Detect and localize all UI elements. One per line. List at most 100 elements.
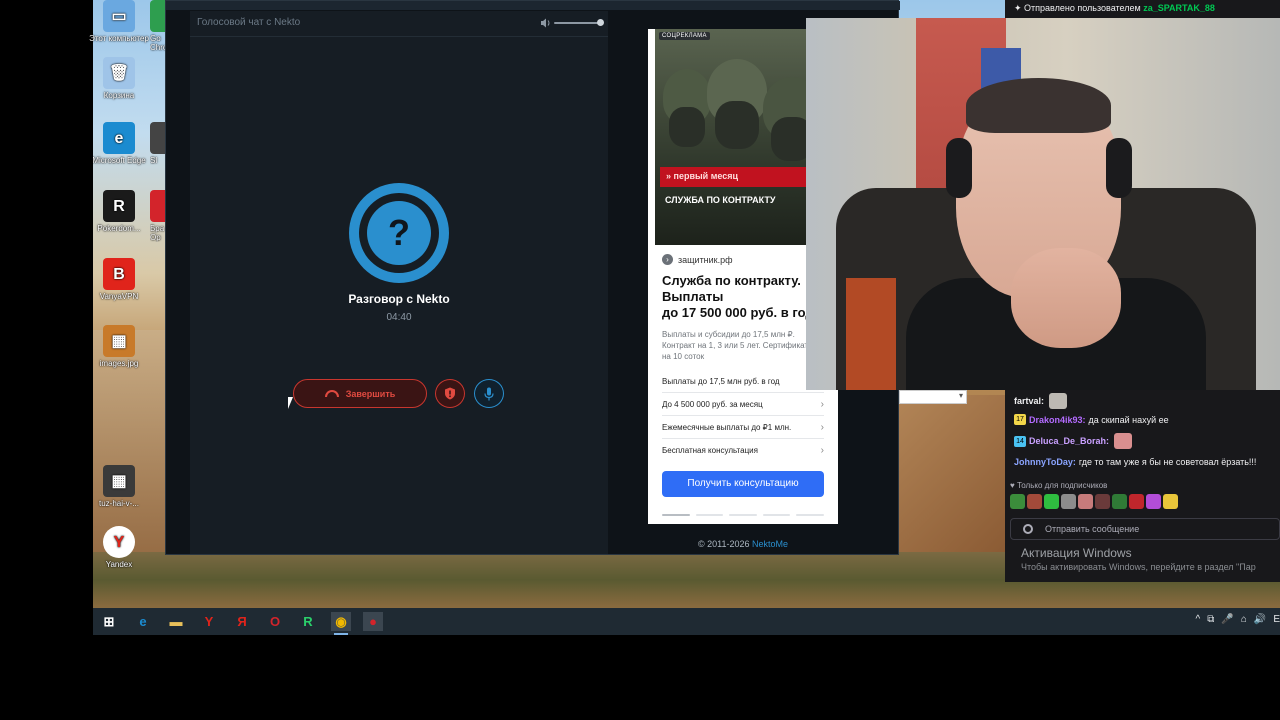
desktop-icon-label: Microsoft Edge <box>92 156 146 165</box>
ad-image[interactable]: СОЦРЕКЛАМА » первый месяц СЛУЖБА ПО КОНТ… <box>655 29 831 245</box>
shield-icon <box>445 387 455 400</box>
chat-username[interactable]: JohnnyToDay: <box>1014 457 1076 467</box>
chat-username[interactable]: Drakon4ik93: <box>1029 415 1086 425</box>
subscriber-only-text: Только для подписчиков <box>1016 481 1108 490</box>
carousel-dot[interactable] <box>762 514 791 516</box>
desktop-icon-label: VanyaVPN <box>99 292 139 301</box>
chat-username[interactable]: Deluca_De_Borah: <box>1029 436 1109 446</box>
stream-chat: fartval: 17 Drakon4ik93: да скипай нахуй… <box>1005 390 1280 582</box>
desktop-icon[interactable]: B VanyaVPN <box>88 258 150 301</box>
pinned-user[interactable]: za_SPARTAK_88 <box>1143 3 1215 13</box>
desktop-icon-label: Этот компьютер <box>89 34 149 43</box>
tray-icon[interactable]: 🎤 <box>1221 614 1233 625</box>
desktop-icon[interactable]: R Pokerdom... <box>88 190 150 233</box>
taskbar-yandex-browser[interactable]: Y <box>199 612 219 631</box>
subscriber-badge: 14 <box>1014 435 1026 447</box>
taskbar: ⊞ e ▬ Y Я O R ◉ ● ^ ⧉ 🎤 ⌂ 🔊 E <box>93 608 1280 635</box>
taskbar-pokerdom[interactable]: R <box>298 612 318 631</box>
chevron-down-icon[interactable]: ▾ <box>959 391 963 400</box>
desktop-icon[interactable]: 🗑 Корзина <box>88 57 150 100</box>
report-button[interactable] <box>435 379 465 408</box>
taskbar-opera[interactable]: O <box>265 612 285 631</box>
volume-slider-handle[interactable] <box>597 19 604 26</box>
ad-link[interactable]: Бесплатная консультация › <box>662 440 824 462</box>
chat-input-placeholder: Отправить сообщение <box>1045 524 1140 534</box>
chat-username[interactable]: fartval: <box>1014 396 1044 406</box>
taskbar-yandex[interactable]: Я <box>232 612 252 631</box>
chat-message: JohnnyToDay: где то там уже я бы не сове… <box>1014 457 1256 467</box>
ad-link-label: Выплаты до 17,5 млн руб. в год <box>662 377 780 386</box>
browser-window: Голосовой чат с Nekto ? Разговор с Nekto… <box>165 0 900 555</box>
app-icon: B <box>103 258 135 290</box>
taskbar-windows-start[interactable]: ⊞ <box>99 612 119 631</box>
headphones-icon <box>946 138 972 198</box>
ad-carousel-indicator[interactable] <box>662 514 824 516</box>
ad-domain: защитник.рф <box>678 254 733 265</box>
tray-icon[interactable]: E <box>1273 614 1280 625</box>
desktop-icon[interactable]: ▭ Этот компьютер <box>88 0 150 43</box>
chat-emote <box>1114 433 1133 449</box>
desktop-icon-label: images.jpg <box>99 359 139 368</box>
desktop-icon[interactable]: ▦ images.jpg <box>88 325 150 368</box>
chair-accent <box>846 278 896 390</box>
call-title: Разговор с Nekto <box>348 292 450 306</box>
ad-domain-row[interactable]: › защитник.рф <box>662 254 733 265</box>
emote-option[interactable] <box>1112 494 1127 509</box>
ad-link[interactable]: Выплаты до 17,5 млн руб. в год <box>662 371 824 393</box>
ad-link-label: Ежемесячные выплаты до ₽1 млн. <box>662 423 792 432</box>
desktop-icon-partial[interactable]: Sl <box>150 122 165 165</box>
desktop-icon[interactable]: ▦ tuz-hai-v-... <box>88 465 150 508</box>
taskbar-edge[interactable]: e <box>133 612 153 631</box>
volume-slider[interactable] <box>554 22 602 24</box>
desktop-icon-label: Pokerdom... <box>97 224 141 233</box>
emote-option[interactable] <box>1044 494 1059 509</box>
chat-text: где то там уже я бы не советовал ёрзать!… <box>1078 457 1257 467</box>
desktop-icon-partial[interactable]: Бра Op <box>150 190 165 242</box>
ad-figure-face <box>669 107 705 147</box>
chat-input[interactable]: Отправить сообщение <box>1010 518 1280 540</box>
emote-option[interactable] <box>1061 494 1076 509</box>
carousel-dot[interactable] <box>729 514 757 516</box>
microphone-button[interactable] <box>474 379 504 408</box>
chat-message: 17 Drakon4ik93: да скипай нахуй ее <box>1014 414 1169 425</box>
desktop-icon-label: Go Chro <box>150 34 165 52</box>
question-mark-icon: ? <box>367 201 431 265</box>
emote-option[interactable] <box>1027 494 1042 509</box>
tray-icon[interactable]: ^ <box>1196 614 1201 625</box>
desktop-icon-label: Sl <box>150 156 158 165</box>
app-icon <box>150 122 165 154</box>
tray-icon[interactable]: ⌂ <box>1241 614 1247 625</box>
taskbar-recorder[interactable]: ● <box>363 612 383 631</box>
emote-option[interactable] <box>1129 494 1144 509</box>
mouse-cursor <box>288 397 293 409</box>
microphone-icon <box>484 387 494 400</box>
emote-option[interactable] <box>1078 494 1093 509</box>
emote-option[interactable] <box>1095 494 1110 509</box>
carousel-dot[interactable] <box>695 514 724 516</box>
ad-link[interactable]: Ежемесячные выплаты до ₽1 млн. › <box>662 417 824 439</box>
desktop-icon-partial[interactable]: Go Chro <box>150 0 165 52</box>
tray-icon[interactable]: 🔊 <box>1254 614 1266 625</box>
emote-picker-row[interactable] <box>1010 494 1178 509</box>
volume-icon[interactable] <box>540 17 552 29</box>
subscriber-badge: 17 <box>1014 414 1026 425</box>
background-window-dropdown[interactable]: ▾ <box>899 390 967 404</box>
carousel-dot[interactable] <box>662 514 690 516</box>
app-icon: e <box>103 122 135 154</box>
nektome-link[interactable]: NektoMe <box>752 539 788 549</box>
chat-message: 14 Deluca_De_Borah: <box>1014 433 1133 449</box>
desktop-icon[interactable]: e Microsoft Edge <box>88 122 150 165</box>
emote-option[interactable] <box>1010 494 1025 509</box>
ad-cta-button[interactable]: Получить консультацию <box>662 471 824 497</box>
pin-icon: ✦ <box>1014 3 1025 13</box>
end-call-button[interactable]: Завершить <box>293 379 427 408</box>
desktop-icon[interactable]: Y Yandex <box>88 526 150 569</box>
emote-option[interactable] <box>1163 494 1178 509</box>
ad-link[interactable]: До 4 500 000 руб. за месяц › <box>662 394 824 416</box>
taskbar-chrome[interactable]: ◉ <box>331 612 351 635</box>
taskbar-explorer[interactable]: ▬ <box>166 612 186 631</box>
tray-icon[interactable]: ⧉ <box>1207 614 1214 625</box>
carousel-dot[interactable] <box>796 514 824 516</box>
emote-option[interactable] <box>1146 494 1161 509</box>
footer-copyright: © 2011-2026 NektoMe <box>648 539 838 549</box>
